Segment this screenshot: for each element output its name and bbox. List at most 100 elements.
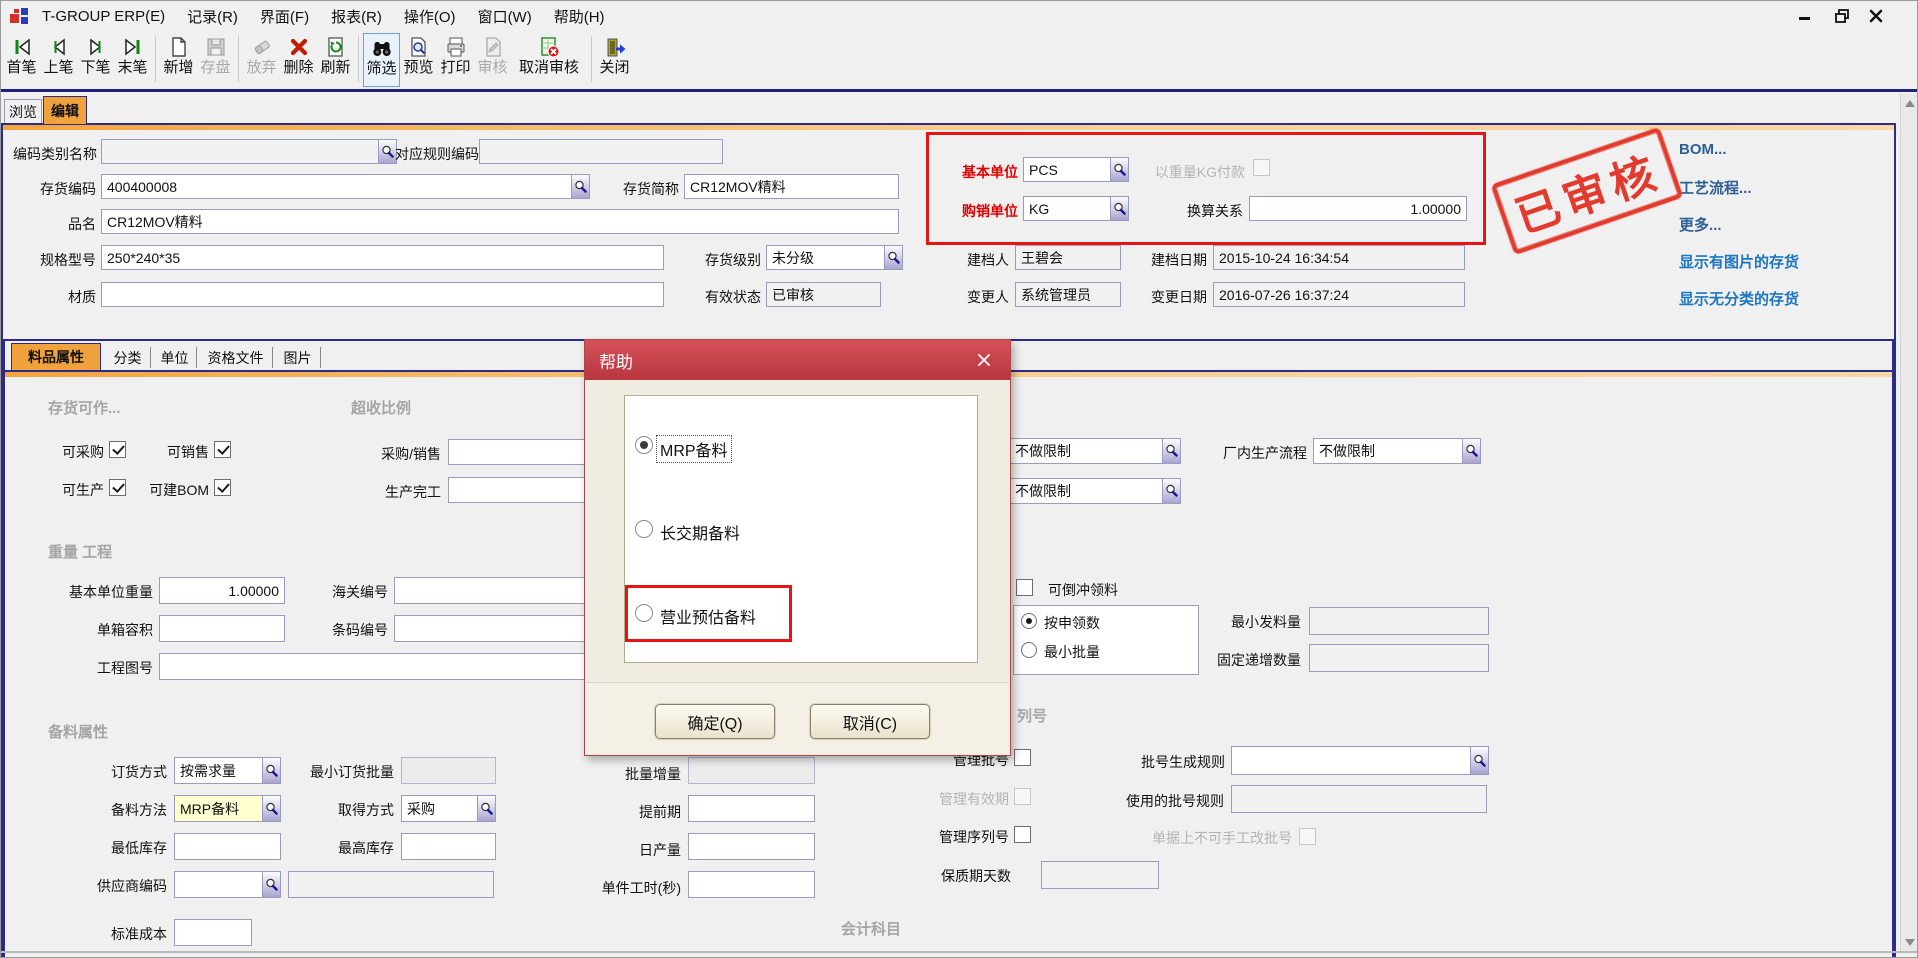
vertical-scrollbar[interactable]	[1900, 94, 1918, 951]
code-category-field[interactable]	[101, 139, 397, 164]
toolbar-preview[interactable]: 预览	[400, 34, 437, 86]
radio-mrp-prep[interactable]	[635, 436, 653, 454]
toolbar-last-record[interactable]: 末笔	[114, 34, 151, 86]
link-process-flow[interactable]: 工艺流程...	[1679, 177, 1752, 198]
toolbar-previous-record[interactable]: 上笔	[40, 34, 77, 86]
daily-output-field[interactable]	[688, 833, 815, 860]
tab-browse[interactable]: 浏览	[4, 99, 42, 123]
link-show-with-image[interactable]: 显示有图片的存货	[1679, 251, 1799, 272]
toolbar-close-form[interactable]: 关闭	[596, 34, 633, 86]
toolbar-new[interactable]: 新增	[160, 34, 197, 86]
radio-long-leadtime-prep[interactable]	[635, 520, 653, 538]
link-bom[interactable]: BOM...	[1679, 141, 1727, 158]
prep-method-field[interactable]: MRP备料	[174, 795, 281, 822]
menu-item-operation[interactable]: 操作(O)	[393, 1, 467, 31]
lookup-icon[interactable]	[1110, 197, 1128, 220]
toolbar-filter[interactable]: 筛选	[363, 33, 400, 87]
close-button[interactable]	[1863, 5, 1889, 27]
label-spec: 规格型号	[34, 251, 96, 269]
minimize-button[interactable]	[1792, 5, 1818, 27]
restore-button[interactable]	[1829, 5, 1855, 27]
menu-item-interface[interactable]: 界面(F)	[249, 1, 320, 31]
radio-sales-forecast-prep[interactable]	[635, 604, 653, 622]
checkbox-manage-batch[interactable]	[1014, 749, 1031, 766]
lookup-icon[interactable]	[477, 796, 495, 821]
supplier-code-field[interactable]	[174, 871, 281, 898]
tab-qualification-files[interactable]: 资格文件	[199, 347, 273, 368]
conversion-field[interactable]: 1.00000	[1249, 196, 1467, 221]
std-cost-field[interactable]	[174, 919, 252, 946]
checkbox-sellable[interactable]	[214, 441, 231, 458]
menu-item-help[interactable]: 帮助(H)	[543, 1, 616, 31]
link-more[interactable]: 更多...	[1679, 214, 1722, 235]
help-dialog-titlebar[interactable]: 帮助	[585, 340, 1010, 380]
tab-classification[interactable]: 分类	[105, 347, 151, 368]
tab-pictures[interactable]: 图片	[275, 347, 321, 368]
base-weight-field[interactable]: 1.00000	[159, 577, 285, 604]
lookup-icon[interactable]	[262, 758, 280, 783]
min-stock-field[interactable]	[174, 833, 281, 860]
lookup-icon[interactable]	[1110, 158, 1128, 181]
option-sales-forecast-prep[interactable]: 营业预估备料	[660, 604, 756, 628]
link-show-unclassified[interactable]: 显示无分类的存货	[1679, 288, 1799, 309]
item-name-field[interactable]: CR12MOV精料	[101, 209, 899, 234]
window-bottom-edge	[1, 951, 1917, 953]
max-stock-field[interactable]	[401, 833, 496, 860]
menu-item-record[interactable]: 记录(R)	[176, 1, 249, 31]
checkbox-producible[interactable]	[109, 479, 126, 496]
lookup-icon[interactable]	[262, 872, 280, 897]
checkbox-backflush[interactable]	[1016, 579, 1033, 596]
tab-item-attributes[interactable]: 料品属性	[11, 343, 101, 371]
tab-units[interactable]: 单位	[153, 347, 197, 368]
drawing-no-field[interactable]	[159, 653, 646, 680]
menu-item-report[interactable]: 报表(R)	[320, 1, 393, 31]
scroll-up-button[interactable]	[1901, 94, 1918, 112]
base-unit-field[interactable]: PCS	[1023, 157, 1129, 182]
label-by-apply-qty[interactable]: 按申领数	[1044, 614, 1124, 632]
toolbar-delete[interactable]: 删除	[280, 34, 317, 86]
material-field[interactable]	[101, 282, 664, 307]
lookup-icon[interactable]	[1162, 439, 1180, 463]
box-volume-field[interactable]	[159, 615, 285, 642]
lookup-icon[interactable]	[884, 246, 902, 269]
option-long-leadtime-prep[interactable]: 长交期备料	[660, 520, 740, 544]
dialog-close-button[interactable]	[972, 348, 996, 372]
item-code-field[interactable]: 400400008	[101, 174, 590, 199]
toolbar-cancel-audit[interactable]: 取消审核	[511, 34, 587, 86]
toolbar-next-record[interactable]: 下笔	[77, 34, 114, 86]
batch-gen-rule-field[interactable]	[1231, 746, 1489, 775]
order-method-field[interactable]: 按需求量	[174, 757, 281, 784]
checkbox-purchasable[interactable]	[109, 441, 126, 458]
checkbox-manage-serial[interactable]	[1014, 826, 1031, 843]
radio-by-min-batch[interactable]	[1021, 642, 1037, 658]
lookup-icon[interactable]	[1470, 747, 1488, 774]
menu-item-window[interactable]: 窗口(W)	[467, 1, 543, 31]
tab-edit[interactable]: 编辑	[43, 96, 87, 125]
restriction-field-1[interactable]: 不做限制	[1009, 438, 1181, 464]
factory-flow-field[interactable]: 不做限制	[1313, 438, 1481, 464]
toolbar-refresh[interactable]: 刷新	[317, 34, 354, 86]
lookup-icon[interactable]	[378, 140, 396, 163]
dialog-cancel-button[interactable]: 取消(C)	[810, 704, 930, 739]
toolbar-first-record[interactable]: 首笔	[3, 34, 40, 86]
lookup-icon[interactable]	[262, 796, 280, 821]
lookup-icon[interactable]	[571, 175, 589, 198]
level-field[interactable]: 未分级	[766, 245, 903, 270]
radio-by-apply-qty[interactable]	[1021, 613, 1037, 629]
toolbar-print[interactable]: 打印	[437, 34, 474, 86]
label-by-min-batch[interactable]: 最小批量	[1044, 643, 1124, 661]
acquire-method-field[interactable]: 采购	[401, 795, 496, 822]
checkbox-bom-allowed[interactable]	[214, 479, 231, 496]
trade-unit-field[interactable]: KG	[1023, 196, 1129, 221]
lookup-icon[interactable]	[1462, 439, 1480, 463]
unit-hours-field[interactable]	[688, 871, 815, 898]
menu-item-app[interactable]: T-GROUP ERP(E)	[31, 1, 176, 31]
spec-field[interactable]: 250*240*35	[101, 245, 664, 270]
option-mrp-prep[interactable]: MRP备料	[657, 436, 731, 462]
lead-time-field[interactable]	[688, 795, 815, 822]
scroll-down-button[interactable]	[1901, 933, 1918, 951]
dialog-ok-button[interactable]: 确定(Q)	[655, 704, 775, 739]
lookup-icon[interactable]	[1162, 479, 1180, 503]
restriction-field-2[interactable]: 不做限制	[1009, 478, 1181, 504]
item-abbr-field[interactable]: CR12MOV精料	[684, 174, 899, 199]
